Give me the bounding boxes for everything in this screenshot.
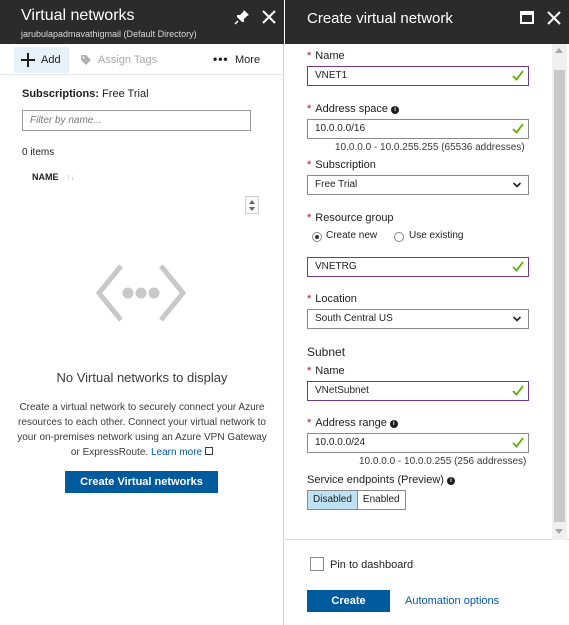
blade-footer: Pin to dashboard Create Automation optio… bbox=[285, 541, 569, 625]
create-form: * Name VNET1 * Address space i 10.0.0.0/16 … bbox=[285, 44, 569, 540]
name-column-header[interactable]: NAME bbox=[32, 172, 59, 182]
resource-group-label: * Resource group bbox=[307, 212, 394, 224]
blade-header: Create virtual network bbox=[285, 0, 569, 44]
sort-icon[interactable]: ↑↓ bbox=[66, 172, 75, 182]
pin-to-dashboard-checkbox[interactable] bbox=[310, 557, 324, 571]
list-scroll-control[interactable] bbox=[245, 196, 259, 214]
subscriptions-label: Subscriptions: bbox=[22, 88, 100, 100]
add-label: Add bbox=[41, 54, 61, 66]
name-label: * Name bbox=[307, 50, 345, 62]
checkmark-icon bbox=[512, 385, 524, 396]
subnet-name-value: VNetSubnet bbox=[315, 385, 369, 396]
scroll-down-icon[interactable] bbox=[555, 529, 563, 534]
address-range-label: * Address range i bbox=[307, 417, 398, 429]
create-virtual-networks-button[interactable]: Create Virtual networks bbox=[65, 471, 218, 493]
form-scrollbar[interactable] bbox=[552, 44, 567, 540]
name-value: VNET1 bbox=[315, 70, 348, 81]
create-virtual-network-blade: Create virtual network * Name VNET1 * Addr… bbox=[285, 0, 569, 625]
more-button[interactable]: ••• More bbox=[213, 52, 263, 70]
checkmark-icon bbox=[512, 123, 524, 134]
subscription-value: Free Trial bbox=[315, 179, 358, 190]
maximize-icon[interactable] bbox=[520, 11, 534, 24]
items-count: 0 items bbox=[22, 147, 55, 158]
pin-icon[interactable] bbox=[234, 9, 250, 25]
create-new-label[interactable]: Create new bbox=[326, 230, 377, 241]
more-label: More bbox=[235, 54, 261, 66]
automation-options-link[interactable]: Automation options bbox=[405, 595, 499, 607]
resource-group-field[interactable]: VNETRG bbox=[307, 257, 529, 277]
address-space-label: * Address space i bbox=[307, 103, 400, 115]
address-space-field[interactable]: 10.0.0.0/16 bbox=[307, 119, 529, 139]
address-range-hint: 10.0.0.0 - 10.0.0.255 (256 addresses) bbox=[359, 456, 527, 467]
resource-group-value: VNETRG bbox=[315, 261, 357, 272]
service-endpoints-toggle[interactable]: Disabled Enabled bbox=[307, 490, 406, 510]
plus-icon bbox=[21, 53, 35, 67]
info-icon: i bbox=[389, 420, 398, 428]
virtual-network-icon bbox=[95, 264, 187, 322]
learn-more-link[interactable]: Learn more bbox=[151, 447, 202, 458]
address-space-hint: 10.0.0.0 - 10.0.255.255 (65536 addresses… bbox=[335, 142, 525, 153]
close-icon[interactable] bbox=[261, 9, 277, 25]
empty-description-text: Create a virtual network to securely con… bbox=[17, 402, 267, 458]
address-range-field[interactable]: 10.0.0.0/24 bbox=[307, 433, 529, 453]
subnet-name-label: * Name bbox=[307, 365, 345, 377]
address-space-value: 10.0.0.0/16 bbox=[315, 123, 366, 134]
empty-state-title: No Virtual networks to display bbox=[56, 370, 228, 385]
address-range-value: 10.0.0.0/24 bbox=[315, 437, 366, 448]
subnet-name-field[interactable]: VNetSubnet bbox=[307, 381, 529, 401]
location-select[interactable]: South Central US bbox=[307, 309, 529, 329]
service-endpoints-label: Service endpoints (Preview) i bbox=[307, 474, 455, 486]
blade-title: Create virtual network bbox=[307, 10, 453, 27]
blade-header: Virtual networks jarubulapadmavathigmail… bbox=[0, 0, 284, 44]
chevron-down-icon bbox=[513, 316, 521, 322]
subscriptions-value: Free Trial bbox=[102, 88, 149, 100]
location-value: South Central US bbox=[315, 313, 393, 324]
subscriptions-filter[interactable]: Subscriptions: Free Trial bbox=[22, 88, 149, 100]
create-button[interactable]: Create bbox=[307, 590, 390, 612]
virtual-networks-blade: Virtual networks jarubulapadmavathigmail… bbox=[0, 0, 284, 625]
command-bar: Add Assign Tags ••• More bbox=[0, 44, 284, 75]
subscription-select[interactable]: Free Trial bbox=[307, 175, 529, 195]
info-icon: i bbox=[446, 477, 455, 485]
disabled-option[interactable]: Disabled bbox=[308, 491, 358, 509]
external-link-icon bbox=[205, 447, 214, 455]
location-label: * Location bbox=[307, 293, 357, 305]
blade-title: Virtual networks bbox=[21, 7, 135, 24]
info-icon: i bbox=[391, 106, 400, 114]
enabled-option[interactable]: Enabled bbox=[357, 491, 405, 509]
more-icon: ••• bbox=[213, 52, 229, 66]
add-button[interactable]: Add bbox=[14, 47, 69, 73]
tag-icon bbox=[81, 55, 91, 65]
assign-tags-button[interactable]: Assign Tags bbox=[80, 54, 170, 70]
name-field[interactable]: VNET1 bbox=[307, 66, 529, 86]
scroll-up-icon[interactable] bbox=[555, 48, 563, 53]
use-existing-label[interactable]: Use existing bbox=[409, 230, 463, 241]
pin-to-dashboard-label[interactable]: Pin to dashboard bbox=[330, 559, 413, 571]
scroll-up-icon bbox=[249, 200, 255, 204]
create-new-radio[interactable] bbox=[312, 232, 322, 242]
scrollbar-thumb[interactable] bbox=[554, 70, 565, 522]
checkmark-icon bbox=[512, 261, 524, 272]
checkmark-icon bbox=[512, 437, 524, 448]
close-icon[interactable] bbox=[546, 10, 562, 26]
scroll-down-icon bbox=[249, 207, 255, 211]
directory-subtitle: jarubulapadmavathigmail (Default Directo… bbox=[21, 29, 197, 39]
chevron-down-icon bbox=[513, 182, 521, 188]
filter-by-name-input[interactable] bbox=[22, 110, 251, 131]
use-existing-radio[interactable] bbox=[394, 232, 404, 242]
subnet-section-title: Subnet bbox=[307, 345, 346, 359]
empty-state-description: Create a virtual network to securely con… bbox=[16, 400, 268, 460]
checkmark-icon bbox=[512, 70, 524, 81]
assign-tags-label: Assign Tags bbox=[98, 54, 158, 66]
subscription-label: * Subscription bbox=[307, 159, 376, 171]
